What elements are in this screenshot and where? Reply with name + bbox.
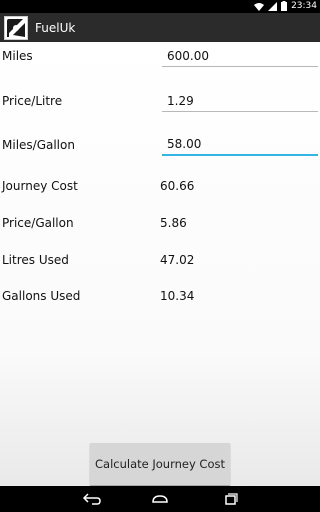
miles-input[interactable] [162,45,318,67]
litres-used-row: Litres Used 47.02 [0,246,320,274]
price-gallon-row: Price/Gallon 5.86 [0,209,320,237]
journey-cost-value: 60.66 [160,179,195,193]
miles-gallon-row: Miles/Gallon [0,131,320,159]
gallons-used-label: Gallons Used [2,289,81,303]
status-bar: 23:34 [0,0,320,13]
gallons-used-row: Gallons Used 10.34 [0,282,320,310]
price-litre-row: Price/Litre [0,87,320,115]
fuel-pump-icon[interactable] [4,15,28,40]
miles-row: Miles [0,42,320,70]
signal-icon [268,1,278,11]
recents-icon[interactable] [218,490,242,508]
action-bar: FuelUk [0,13,320,42]
price-litre-input[interactable] [162,90,318,112]
status-icons: 23:34 [254,1,317,11]
home-icon[interactable] [148,490,172,508]
price-gallon-value: 5.86 [160,216,187,230]
miles-label: Miles [2,49,33,63]
clock: 23:34 [291,1,317,11]
journey-cost-label: Journey Cost [2,179,78,193]
battery-icon [281,1,288,11]
miles-gallon-input[interactable] [162,134,318,156]
back-icon[interactable] [80,490,104,508]
journey-cost-row: Journey Cost 60.66 [0,172,320,200]
price-litre-label: Price/Litre [2,94,63,108]
price-gallon-label: Price/Gallon [2,216,74,230]
main-content: Miles Price/Litre Miles/Gallon Journey C… [0,42,320,486]
gallons-used-value: 10.34 [160,289,195,303]
wifi-icon [254,2,265,11]
app-title: FuelUk [35,20,76,35]
calculate-journey-cost-button[interactable]: Calculate Journey Cost [90,443,230,485]
litres-used-value: 47.02 [160,253,195,267]
miles-gallon-label: Miles/Gallon [2,138,75,152]
navigation-bar [0,486,320,512]
litres-used-label: Litres Used [2,253,69,267]
